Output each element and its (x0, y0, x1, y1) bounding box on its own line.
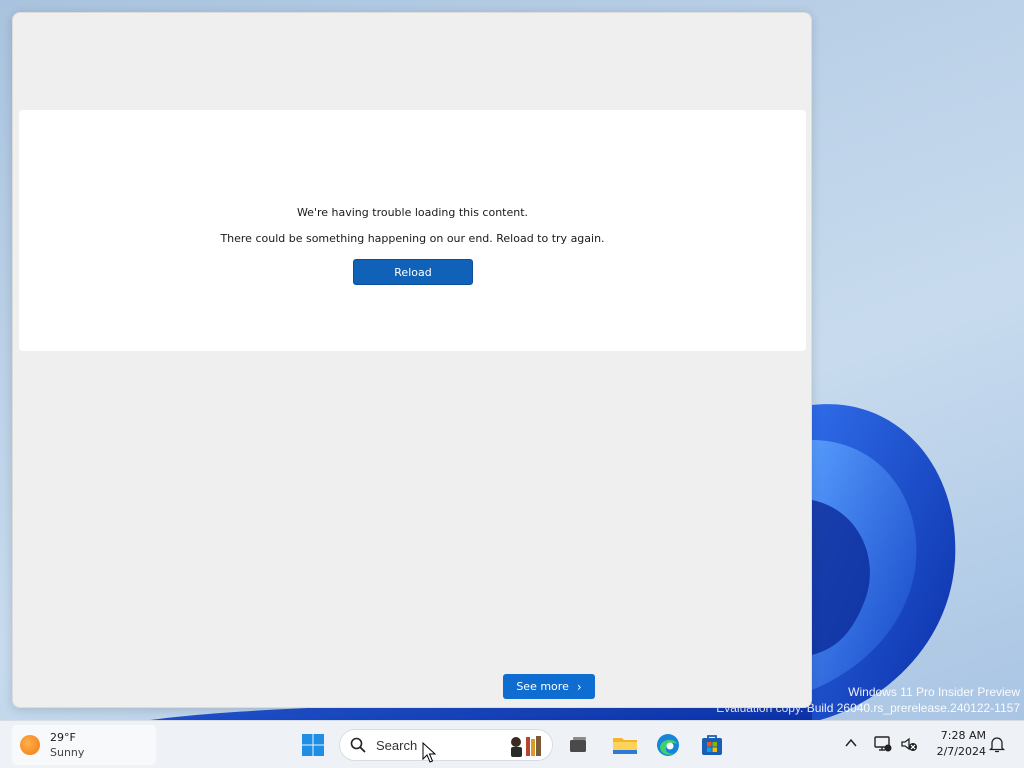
clock-time: 7:28 AM (940, 729, 986, 742)
weather-condition: Sunny (50, 746, 85, 759)
search-highlight-image (511, 736, 541, 757)
sun-icon (20, 735, 40, 755)
search-placeholder: Search (376, 737, 418, 753)
search-icon (350, 737, 366, 753)
network-icon[interactable] (874, 735, 892, 753)
chevron-right-icon: › (576, 679, 582, 694)
file-explorer-icon[interactable] (611, 731, 639, 759)
reload-button[interactable]: Reload (353, 259, 473, 285)
start-icon[interactable] (299, 731, 327, 759)
weather-temperature: 29°F (50, 731, 76, 744)
store-icon[interactable] (698, 731, 726, 759)
notification-icon[interactable] (988, 735, 1006, 753)
taskbar: 29°F Sunny Search 7:28 AM 2/7/2024 (0, 720, 1024, 768)
task-view-icon[interactable] (564, 731, 592, 759)
see-more-button[interactable]: See more › (503, 674, 595, 699)
chevron-up-icon[interactable] (843, 735, 859, 751)
error-title: We're having trouble loading this conten… (296, 206, 529, 219)
edge-icon[interactable] (654, 731, 682, 759)
widgets-panel: We're having trouble loading this conten… (12, 12, 812, 708)
search-box[interactable]: Search (339, 729, 553, 761)
clock-date: 2/7/2024 (936, 745, 986, 758)
system-clock[interactable]: 7:28 AM 2/7/2024 (926, 728, 986, 760)
mouse-cursor-icon (422, 742, 436, 763)
volume-muted-icon[interactable] (900, 735, 918, 753)
see-more-label: See more (516, 680, 569, 693)
error-card: We're having trouble loading this conten… (19, 110, 806, 351)
weather-widget[interactable]: 29°F Sunny (12, 725, 156, 765)
error-description: There could be something happening on ou… (220, 232, 605, 245)
